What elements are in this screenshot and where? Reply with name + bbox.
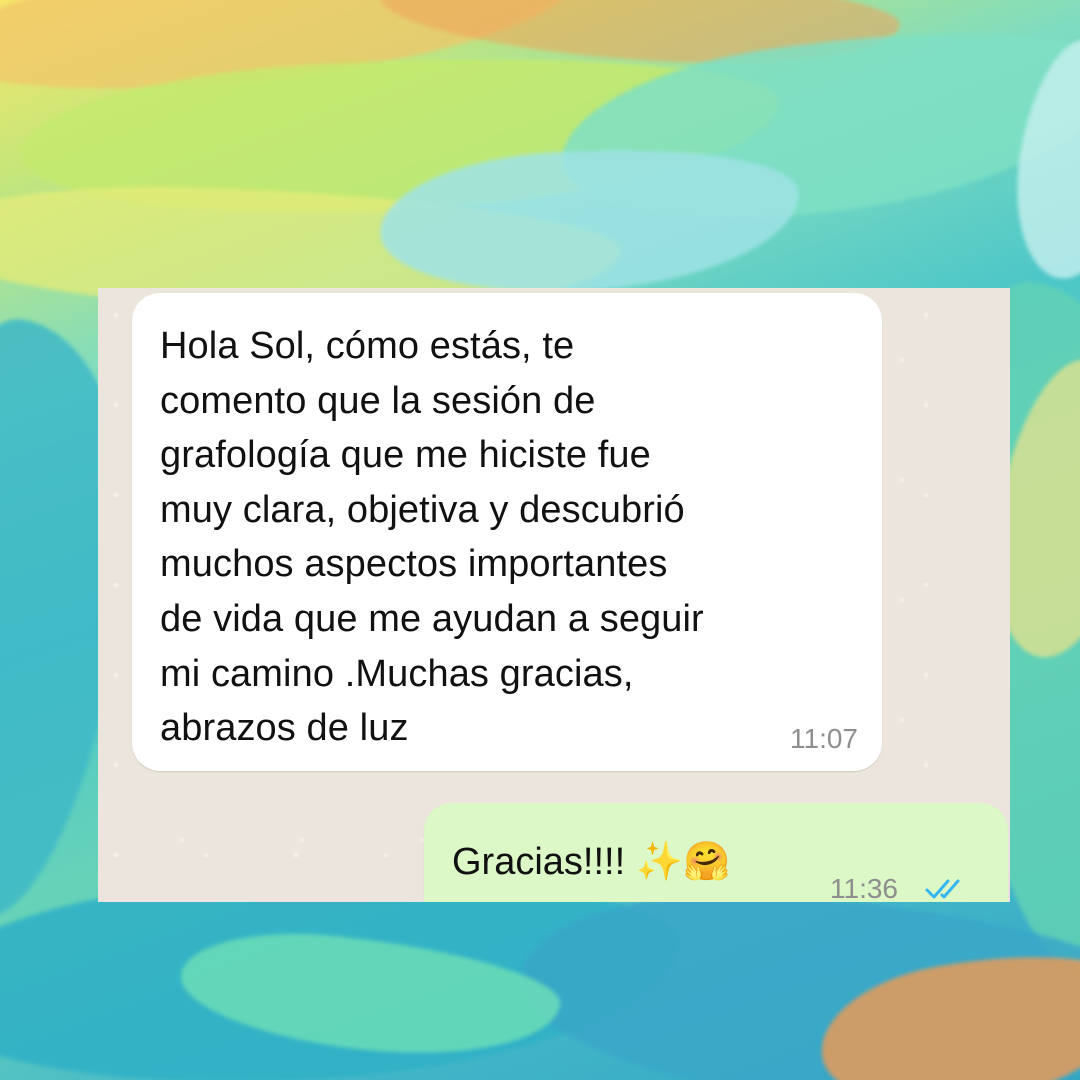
outgoing-message-text: Gracias!!!! ✨🤗: [452, 841, 731, 883]
chat-screenshot: Hola Sol, cómo estás, te comento que la …: [98, 288, 1010, 902]
incoming-message-bubble[interactable]: Hola Sol, cómo estás, te comento que la …: [132, 293, 882, 771]
outgoing-message-time: 11:36: [830, 873, 898, 902]
double-check-read-icon: [925, 879, 960, 899]
incoming-message-text: Hola Sol, cómo estás, te comento que la …: [160, 325, 704, 750]
outgoing-message-bubble[interactable]: Gracias!!!! ✨🤗 11:36: [424, 803, 1008, 902]
incoming-message-time: 11:07: [790, 723, 858, 754]
